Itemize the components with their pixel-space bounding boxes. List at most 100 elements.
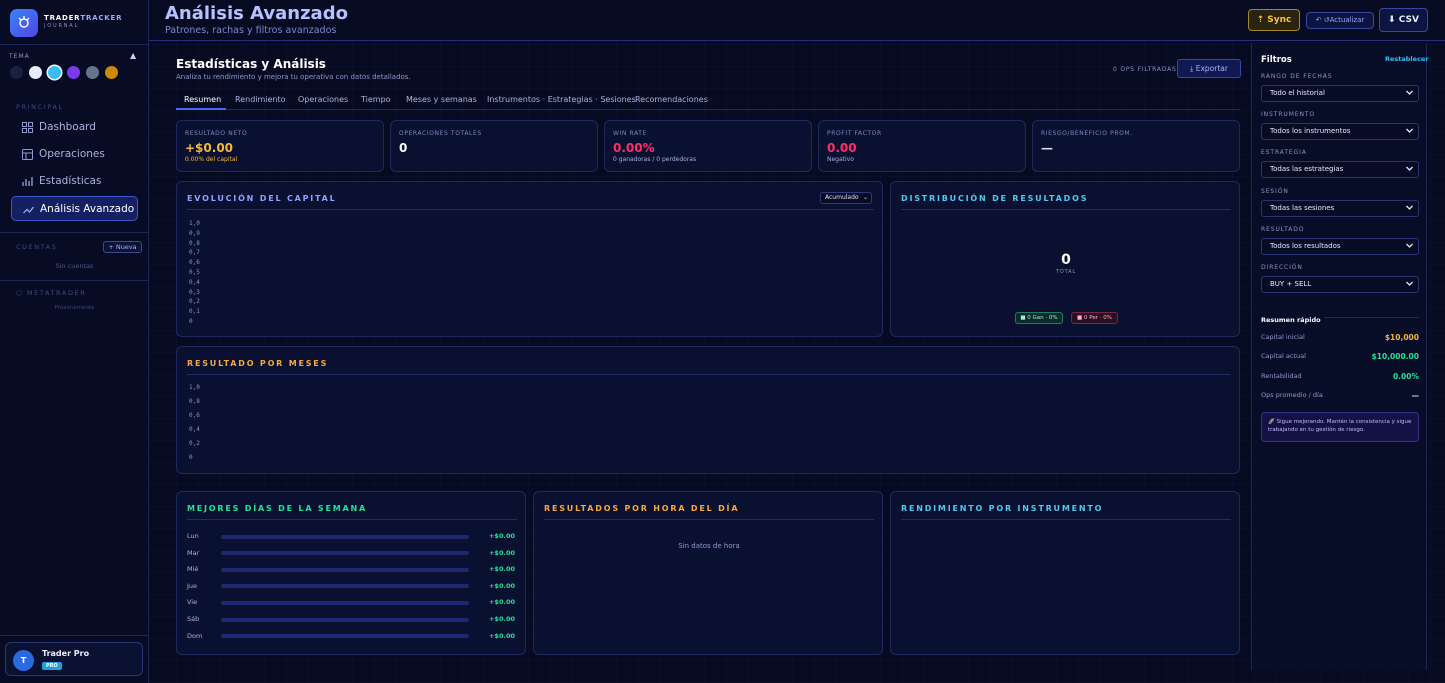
weekday-label: Mié <box>187 565 199 574</box>
weekday-value: +$0.00 <box>488 532 515 540</box>
nav-item-dashboard[interactable]: Dashboard <box>11 115 138 140</box>
tab-item[interactable]: Instrumentos · Estrategias · Sesiones <box>487 95 636 104</box>
theme-swatch[interactable] <box>10 66 23 79</box>
tab-item[interactable]: Resumen <box>184 95 221 104</box>
y-tick-label: 0 <box>189 454 193 461</box>
hours-title: RESULTADOS POR HORA DEL DÍA <box>544 504 740 513</box>
theme-swatch[interactable] <box>86 66 99 79</box>
kpi-card: WIN RATE 0.00% 0 ganadoras / 0 perdedora… <box>604 120 812 172</box>
brand-sub: JOURNAL <box>44 23 80 29</box>
accounts-label: CUENTAS <box>16 243 58 251</box>
summary-label: Ops promedio / día <box>1261 390 1323 399</box>
weekday-bar <box>221 567 469 572</box>
hours-card: RESULTADOS POR HORA DEL DÍA Sin datos de… <box>533 491 883 655</box>
chevron-down-icon: ⌄ <box>862 194 868 201</box>
y-tick-label: 0,2 <box>189 298 200 306</box>
y-tick-label: 0,3 <box>189 288 200 296</box>
hours-empty: Sin datos de hora <box>678 542 740 550</box>
theme-swatch[interactable] <box>67 66 80 79</box>
filter-label: RESULTADO <box>1261 225 1305 233</box>
y-tick-label: 0,5 <box>189 269 200 276</box>
filter-select[interactable]: Todos los resultados <box>1261 237 1419 255</box>
y-tick-label: 0,2 <box>189 440 200 447</box>
collapse-theme-icon[interactable]: ▲ <box>130 51 136 60</box>
tab-item[interactable]: Rendimiento <box>235 95 286 104</box>
capital-chart-card: EVOLUCIÓN DEL CAPITAL Acumulado ⌄ 1,0 0,9… <box>176 181 883 337</box>
weekday-label: Vie <box>187 598 198 607</box>
summary-value: $10,000 <box>1384 333 1419 342</box>
csv-button[interactable]: ⬇ CSV <box>1379 8 1428 32</box>
nav-item-operaciones[interactable]: Operaciones <box>11 142 138 167</box>
months-chart-card: RESULTADO POR MESES 1,0 0,8 0,6 0,4 0,2 0 <box>176 346 1240 474</box>
weekday-value: +$0.00 <box>488 565 515 574</box>
nav-item-label: Análisis Avanzado <box>40 203 135 215</box>
filters-title: Filtros <box>1261 55 1292 65</box>
theme-swatch[interactable] <box>48 66 61 79</box>
tabs-divider <box>176 109 1240 110</box>
kpi-sub: Negativo <box>827 156 854 163</box>
y-tick-label: 0,8 <box>189 239 200 247</box>
win-legend: ■ 0 Gan · 0% <box>1015 312 1063 324</box>
weekday-value: +$0.00 <box>488 581 515 590</box>
y-tick-label: 0,6 <box>189 259 200 267</box>
mode-select[interactable]: Acumulado ⌄ <box>820 192 872 204</box>
logo <box>10 9 38 37</box>
theme-swatch[interactable] <box>29 66 42 79</box>
tab-item[interactable]: Tiempo <box>361 95 391 104</box>
user-card[interactable]: T Trader Pro PRO <box>5 642 143 676</box>
filter-select[interactable]: Todas las sesiones <box>1261 199 1419 217</box>
kpi-label: WIN RATE <box>613 130 647 137</box>
y-tick-label: 0,6 <box>189 412 200 419</box>
chevron-down-icon <box>1405 126 1414 138</box>
filter-label: DIRECCIÓN <box>1261 264 1303 271</box>
page-subtitle: Patrones, rachas y filtros avanzados <box>165 25 337 36</box>
tab-item[interactable]: Recomendaciones <box>635 95 708 104</box>
y-tick-label: 0,7 <box>189 249 200 257</box>
sidebar: TRADERTRACKER JOURNAL TEMA ▲ PRINCIPAL D… <box>0 0 149 683</box>
summary-title: Resumen rápido <box>1261 316 1324 324</box>
export-button[interactable]: ⤓ Exportar <box>1177 59 1241 78</box>
ops-filtered-count: 0 OPS FILTRADAS <box>1113 66 1177 73</box>
filter-select[interactable]: Todos los instrumentos <box>1261 123 1419 141</box>
weekdays-title: MEJORES DÍAS DE LA SEMANA <box>187 504 367 513</box>
filter-select[interactable]: Todo el historial <box>1261 85 1419 102</box>
kpi-value: — <box>1041 141 1053 155</box>
weekday-bar <box>221 551 469 556</box>
table-icon <box>22 149 33 160</box>
weekday-value: +$0.00 <box>488 548 515 557</box>
refresh-button[interactable]: ↶ ↺Actualizar <box>1306 12 1374 29</box>
new-account-button[interactable]: + Nueva <box>103 241 142 253</box>
nav-item-label: Operaciones <box>39 148 105 160</box>
nav-item-estadisticas[interactable]: Estadísticas <box>11 169 138 194</box>
theme-swatch[interactable] <box>105 66 118 79</box>
y-tick-label: 0,4 <box>189 426 200 433</box>
metatrader-sub: Próximamente <box>54 305 95 311</box>
nav-item-label: Dashboard <box>39 121 96 133</box>
kpi-value: 0 <box>399 141 408 155</box>
kpi-card: OPERACIONES TOTALES 0 <box>390 120 598 172</box>
filter-select[interactable]: Todas las estrategias <box>1261 161 1419 179</box>
y-tick-label: 0,8 <box>189 398 200 405</box>
nav-section-label: PRINCIPAL <box>16 103 64 111</box>
kpi-label: RIESGO/BENEFICIO PROM. <box>1041 130 1133 137</box>
y-tick-label: 1,0 <box>189 384 200 391</box>
sync-button[interactable]: ⇡ Sync <box>1248 9 1300 31</box>
avatar: T <box>13 650 34 671</box>
tab-item[interactable]: Operaciones <box>298 95 348 104</box>
filter-select[interactable]: BUY + SELL <box>1261 276 1419 293</box>
distribution-total: 0 <box>1061 252 1071 268</box>
kpi-card: RIESGO/BENEFICIO PROM. — <box>1032 120 1240 172</box>
nav-item-analisis-avanzado[interactable]: Análisis Avanzado <box>11 196 138 221</box>
tab-item[interactable]: Meses y semanas <box>406 95 477 104</box>
y-tick-label: 0 <box>189 318 193 325</box>
nav-item-label: Estadísticas <box>39 175 102 187</box>
grid-icon <box>22 122 33 133</box>
weekdays-card: MEJORES DÍAS DE LA SEMANA Lun +$0.00 Mar … <box>176 491 526 655</box>
summary-label: Capital inicial <box>1261 333 1305 341</box>
summary-label: Rentabilidad <box>1261 371 1302 380</box>
loss-legend: ■ 0 Per · 0% <box>1071 312 1118 324</box>
instruments-card: RENDIMIENTO POR INSTRUMENTO <box>890 491 1240 655</box>
months-chart-title: RESULTADO POR MESES <box>187 359 329 368</box>
reset-filters-link[interactable]: Restablecer <box>1385 55 1429 63</box>
panel-subtitle: Analiza tu rendimiento y mejora tu opera… <box>176 73 411 81</box>
